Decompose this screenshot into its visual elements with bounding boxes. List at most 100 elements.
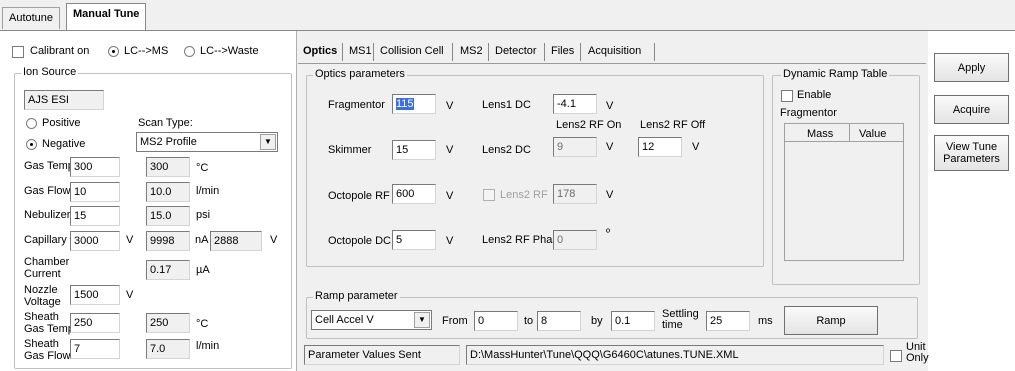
tab-files[interactable]: Files	[551, 43, 574, 63]
sheath-gas-temp-label: Sheath Gas Temp	[24, 311, 74, 335]
col-value-header[interactable]: Value	[859, 128, 886, 140]
fragmentor-unit: V	[446, 100, 454, 112]
tune-file-path: D:\MassHunter\Tune\QQQ\G6460C\atunes.TUN…	[466, 345, 884, 365]
tab-ms2[interactable]: MS2	[460, 43, 483, 63]
ramp-by-input[interactable]: 0.1	[611, 311, 655, 331]
sheath-gas-flow-input[interactable]: 7	[70, 339, 120, 359]
lc-waste-radio[interactable]	[184, 46, 195, 57]
lens2-dc-rf-on-input: 9	[553, 137, 597, 157]
ramp-table-grid[interactable]: Mass Value	[784, 123, 904, 261]
nozzle-voltage-input[interactable]: 1500	[70, 285, 120, 305]
sheath-gas-temp-input[interactable]: 250	[70, 313, 120, 333]
skimmer-unit: V	[446, 144, 454, 156]
lens2-dc-off-unit: V	[692, 141, 700, 153]
gas-temp-input[interactable]: 300	[70, 157, 120, 177]
gas-temp-unit: °C	[196, 162, 209, 174]
ion-source-title: Ion Source	[21, 66, 79, 78]
ramp-enable-checkbox[interactable]	[781, 90, 793, 102]
col-divider	[849, 124, 850, 142]
lens1-dc-unit: V	[606, 100, 614, 112]
skimmer-label: Skimmer	[328, 144, 372, 156]
lens2-rf-input: 178	[553, 184, 597, 204]
lens2-rf-phase-unit: º	[606, 227, 611, 239]
manual-tune-page: Calibrant on LC-->MS LC-->Waste Ion Sour…	[0, 30, 1015, 371]
ramp-from-input[interactable]: 0	[474, 311, 518, 331]
scan-type-label: Scan Type:	[138, 117, 193, 129]
ramp-from-label: From	[442, 315, 468, 327]
capillary-actual-unit: nA	[195, 234, 209, 246]
capillary-label: Capillary	[24, 234, 67, 246]
negative-radio[interactable]	[26, 139, 37, 150]
ramp-table-param-label: Fragmentor	[780, 107, 837, 119]
tab-ms1[interactable]: MS1	[349, 43, 372, 63]
tab-autotune[interactable]: Autotune	[2, 7, 61, 29]
nozzle-voltage-label: Nozzle Voltage	[24, 284, 61, 308]
acquire-button[interactable]: Acquire	[934, 95, 1009, 124]
calibrant-checkbox[interactable]	[12, 46, 24, 58]
gas-flow-unit: l/min	[196, 185, 220, 197]
gas-flow-label: Gas Flow	[24, 185, 71, 197]
nebulizer-label: Nebulizer	[24, 209, 71, 221]
lens2-rf-label: Lens2 RF	[500, 189, 548, 201]
capillary-input[interactable]: 3000	[70, 231, 120, 251]
lens1-dc-input[interactable]: -4.1	[553, 94, 597, 114]
fragmentor-label: Fragmentor	[328, 99, 385, 111]
scan-type-dropdown[interactable]: MS2 Profile ▼	[136, 132, 278, 152]
ion-source-field: AJS ESI	[24, 90, 104, 110]
lens2-dc-label: Lens2 DC	[482, 144, 531, 156]
ramp-to-input[interactable]: 8	[537, 311, 581, 331]
nebulizer-input[interactable]: 15	[70, 206, 120, 226]
settling-time-unit: ms	[758, 315, 773, 327]
lc-ms-label: LC-->MS	[124, 45, 169, 57]
lens1-dc-label: Lens1 DC	[482, 99, 531, 111]
tab-divider	[654, 43, 655, 61]
negative-label: Negative	[42, 138, 86, 150]
tab-optics[interactable]: Optics	[303, 43, 337, 63]
lc-ms-radio[interactable]	[108, 46, 119, 57]
tab-divider	[373, 43, 374, 61]
unit-only-label: Unit Only	[906, 341, 929, 364]
tab-collision-cell[interactable]: Collision Cell	[380, 43, 444, 63]
capillary-voltage-actual: 2888	[210, 231, 262, 251]
tab-divider	[488, 43, 489, 61]
lens2-rf-checkbox[interactable]	[483, 189, 495, 201]
octopole-dc-label: Octopole DC	[328, 235, 391, 247]
octopole-dc-input[interactable]: 5	[392, 230, 436, 250]
gas-flow-input[interactable]: 10	[70, 182, 120, 202]
col-mass-header[interactable]: Mass	[807, 128, 833, 140]
unit-only-checkbox[interactable]	[890, 350, 902, 362]
tab-manual-tune[interactable]: Manual Tune	[66, 3, 147, 30]
tab-detector[interactable]: Detector	[495, 43, 537, 63]
lens2-rf-off-label: Lens2 RF Off	[640, 119, 706, 131]
lens2-rf-phase-label: Lens2 RF Phase	[482, 234, 564, 246]
nebulizer-actual: 15.0	[146, 206, 190, 226]
calibrant-label: Calibrant on	[30, 45, 90, 57]
octopole-dc-unit: V	[446, 235, 454, 247]
sheath-gas-flow-label: Sheath Gas Flow	[24, 338, 71, 362]
tab-acquisition[interactable]: Acquisition	[588, 43, 641, 63]
tab-divider	[452, 43, 453, 61]
skimmer-input[interactable]: 15	[392, 140, 436, 160]
apply-button[interactable]: Apply	[934, 53, 1009, 82]
tune-window: Autotune Manual Tune Calibrant on LC-->M…	[0, 0, 1015, 371]
dynamic-ramp-table-title: Dynamic Ramp Table	[781, 68, 890, 80]
view-tune-parameters-button[interactable]: View Tune Parameters	[934, 135, 1009, 171]
optics-parameters-title: Optics parameters	[313, 68, 407, 80]
ramp-param-value: Cell Accel V	[315, 314, 374, 326]
capillary-extra-unit: V	[270, 234, 278, 246]
ramp-param-dropdown[interactable]: Cell Accel V ▼	[311, 310, 432, 330]
octopole-rf-input[interactable]: 600	[392, 184, 436, 204]
gas-temp-label: Gas Temp	[24, 160, 74, 172]
lens2-rf-unit: V	[606, 189, 614, 201]
tab-divider	[580, 43, 581, 61]
ramp-button[interactable]: Ramp	[784, 306, 878, 335]
settling-time-label: Settling time	[662, 308, 699, 331]
lens2-dc-rf-off-input[interactable]: 12	[638, 137, 682, 157]
status-sent-field: Parameter Values Sent	[304, 345, 460, 365]
octopole-rf-label: Octopole RF	[328, 190, 390, 202]
fragmentor-input[interactable]: 115	[392, 94, 436, 114]
positive-radio[interactable]	[26, 118, 37, 129]
scan-type-value: MS2 Profile	[140, 136, 197, 148]
settling-time-input[interactable]: 25	[706, 311, 750, 331]
lens2-rf-phase-input: 0	[553, 230, 597, 250]
